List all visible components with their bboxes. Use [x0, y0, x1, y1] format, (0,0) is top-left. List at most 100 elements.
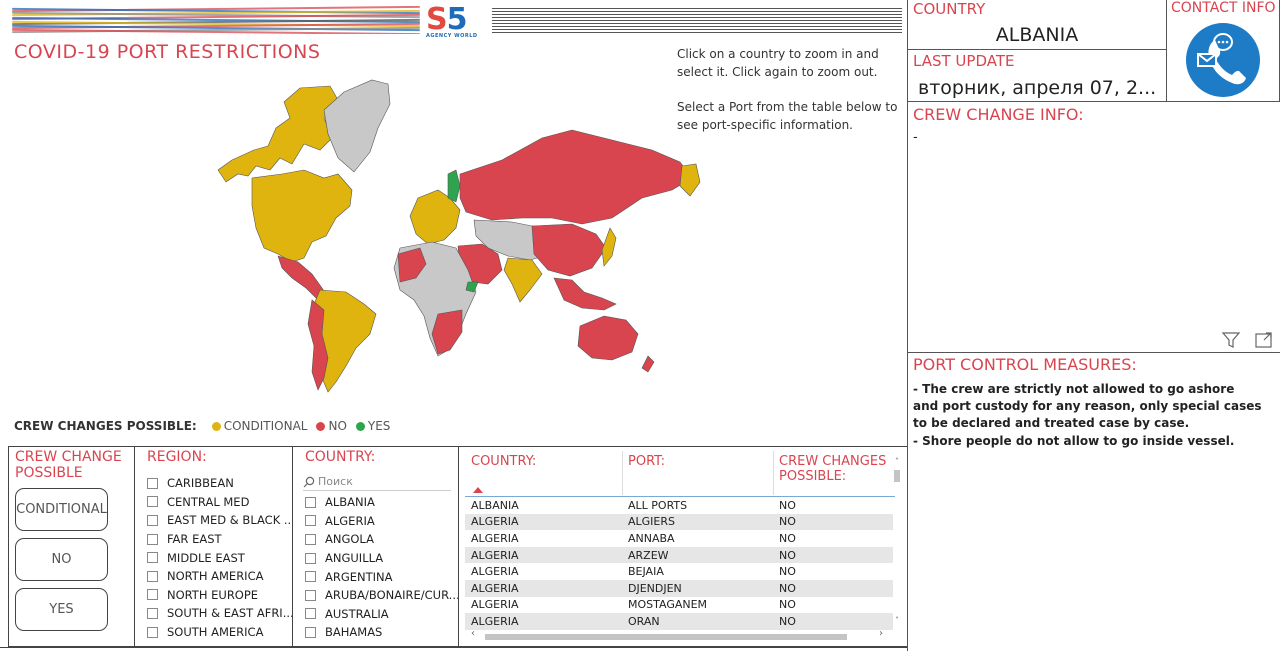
checkbox[interactable]	[147, 607, 158, 619]
scroll-thumb-vertical[interactable]	[894, 470, 900, 482]
map-region-japan[interactable]	[601, 227, 617, 267]
checkbox[interactable]	[147, 496, 158, 508]
scroll-up-icon[interactable]: ˄	[893, 457, 901, 466]
instruction-port: Select a Port from the table below to se…	[677, 100, 898, 132]
legend-item-label[interactable]: NO	[328, 419, 346, 433]
country-option[interactable]: ARUBA/BONAIRE/CUR...	[305, 586, 460, 605]
expand-icon[interactable]	[1255, 332, 1273, 348]
table-header-port[interactable]: PORT:	[628, 454, 665, 469]
cell-country: ALGERIA	[471, 548, 519, 562]
map-region-china[interactable]	[531, 223, 607, 277]
region-option[interactable]: NORTH AMERICA	[147, 567, 295, 586]
region-option[interactable]: CARIBBEAN	[147, 474, 295, 493]
cell-country: ALGERIA	[471, 565, 519, 579]
header-line	[492, 20, 902, 21]
map-region-east-africa[interactable]	[465, 281, 479, 293]
checkbox[interactable]	[147, 570, 158, 582]
table-row[interactable]: ALGERIA BEJAIA NO	[465, 563, 893, 580]
country-option-label: AUSTRALIA	[325, 606, 389, 621]
no-button[interactable]: NO	[15, 538, 108, 581]
region-option[interactable]: SOUTH AMERICA	[147, 623, 295, 642]
region-option[interactable]: NORTH EUROPE	[147, 586, 295, 605]
checkbox[interactable]	[147, 552, 158, 564]
country-option[interactable]: BAHAMAS	[305, 623, 460, 642]
scroll-right-icon[interactable]: ›	[879, 628, 883, 639]
s5-logo: S5 AGENCY WORLD	[426, 2, 478, 39]
checkbox[interactable]	[147, 477, 158, 489]
cell-country: ALGERIA	[471, 581, 519, 595]
region-option-label: MIDDLE EAST	[167, 550, 245, 565]
region-option[interactable]: SOUTH & EAST AFRI...	[147, 604, 295, 623]
checkbox[interactable]	[147, 514, 158, 526]
header-line	[492, 11, 902, 12]
checkbox[interactable]	[305, 626, 316, 638]
country-option[interactable]: AUSTRALIA	[305, 605, 460, 624]
sort-arrow-icon[interactable]	[473, 487, 483, 493]
region-option[interactable]: MIDDLE EAST	[147, 548, 295, 567]
logo-tagline: AGENCY WORLD	[426, 33, 478, 39]
legend-item-label[interactable]: YES	[368, 419, 391, 433]
table-horizontal-scrollbar[interactable]: ‹ ›	[471, 628, 889, 641]
table-row[interactable]: ALBANIA ALL PORTS NO	[465, 497, 893, 514]
region-option[interactable]: CENTRAL MED	[147, 493, 295, 512]
table-row[interactable]: ALGERIA DJENDJEN NO	[465, 580, 893, 597]
checkbox[interactable]	[305, 515, 316, 527]
conditional-button[interactable]: CONDITIONAL	[15, 488, 108, 531]
cell-crew-changes: NO	[779, 581, 796, 595]
checkbox[interactable]	[305, 533, 316, 545]
table-row[interactable]: ALGERIA ORAN NO	[465, 613, 893, 630]
country-option-label: ANGOLA	[325, 532, 374, 547]
yes-button[interactable]: YES	[15, 588, 108, 631]
country-option[interactable]: ARGENTINA	[305, 567, 460, 586]
checkbox[interactable]	[305, 496, 316, 508]
map-region-scandinavia[interactable]	[447, 169, 461, 203]
country-option[interactable]: ALBANIA	[305, 493, 460, 512]
table-vertical-scrollbar[interactable]: ˄ ˅	[893, 457, 901, 625]
country-card-value: ALBANIA	[995, 24, 1079, 46]
filter-icon[interactable]	[1222, 332, 1240, 348]
table-header-crew-changes[interactable]: CREW CHANGES POSSIBLE:	[779, 454, 889, 484]
phone-icon[interactable]	[1185, 22, 1261, 98]
checkbox[interactable]	[147, 589, 158, 601]
map-region-russia[interactable]	[459, 129, 693, 225]
country-option[interactable]: ALGERIA	[305, 512, 460, 531]
region-filter-panel: REGION: CARIBBEAN CENTRAL MED EAST MED & B…	[134, 446, 295, 647]
cell-crew-changes: NO	[779, 498, 796, 512]
table-row[interactable]: ALGERIA ANNABA NO	[465, 530, 893, 547]
scroll-down-icon[interactable]: ˅	[893, 616, 901, 625]
country-option[interactable]: ANGUILLA	[305, 549, 460, 568]
world-map[interactable]	[212, 78, 706, 398]
region-option[interactable]: FAR EAST	[147, 530, 295, 549]
scroll-left-icon[interactable]: ‹	[471, 628, 475, 639]
country-option[interactable]: ANGOLA	[305, 530, 460, 549]
bottom-divider	[0, 647, 908, 648]
country-search-input[interactable]: Поиск	[303, 473, 451, 491]
last-update-card: LAST UPDATE вторник, апреля 07, 2...	[907, 49, 1167, 102]
legend-item-label[interactable]: CONDITIONAL	[224, 419, 308, 433]
table-row[interactable]: ALGERIA MOSTAGANEM NO	[465, 597, 893, 614]
checkbox[interactable]	[147, 533, 158, 545]
map-region-southeast-asia[interactable]	[553, 277, 617, 311]
map-region-kamchatka[interactable]	[679, 163, 701, 197]
header-line	[492, 26, 902, 27]
map-region-new-zealand[interactable]	[641, 355, 655, 373]
port-control-text-1: - The crew are strictly not allowed to g…	[913, 382, 1262, 430]
map-region-india[interactable]	[503, 257, 543, 303]
checkbox[interactable]	[305, 608, 316, 620]
country-filter-panel: COUNTRY: Поиск ALBANIA ALGERIA ANGOLA ANGUI…	[292, 446, 460, 647]
map-region-australia[interactable]	[577, 315, 639, 361]
table-row[interactable]: ALGERIA ARZEW NO	[465, 546, 893, 564]
country-list: ALBANIA ALGERIA ANGOLA ANGUILLA ARGENTINA ARU…	[305, 493, 460, 642]
port-control-divider	[907, 352, 1280, 353]
checkbox[interactable]	[305, 571, 316, 583]
country-option-label: ALBANIA	[325, 495, 375, 510]
table-header-country[interactable]: COUNTRY:	[471, 454, 536, 469]
checkbox[interactable]	[305, 589, 316, 601]
contact-info-card[interactable]: CONTACT INFO	[1166, 0, 1280, 102]
table-row[interactable]: ALGERIA ALGIERS NO	[465, 513, 893, 531]
checkbox[interactable]	[305, 552, 316, 564]
scroll-thumb-horizontal[interactable]	[485, 634, 847, 640]
checkbox[interactable]	[147, 626, 158, 638]
region-option[interactable]: EAST MED & BLACK ...	[147, 511, 295, 530]
search-icon	[303, 476, 315, 487]
